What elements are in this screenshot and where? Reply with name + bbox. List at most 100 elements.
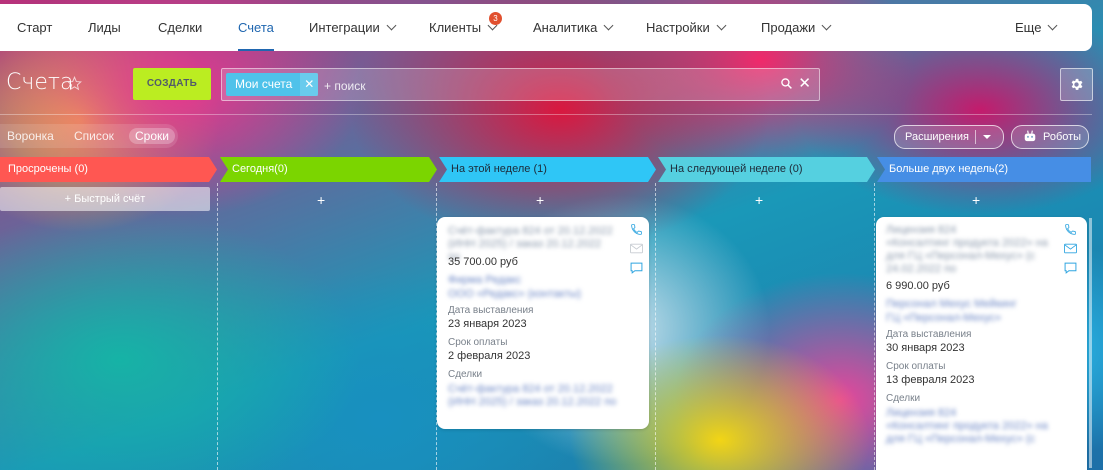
- nav-item-label: Счета: [238, 20, 274, 35]
- due-date: 13 февраля 2023: [886, 374, 975, 386]
- create-button[interactable]: СОЗДАТЬ: [133, 68, 211, 100]
- mail-icon[interactable]: [1064, 243, 1077, 254]
- close-icon[interactable]: ✕: [300, 73, 319, 96]
- stage-overdue[interactable]: Просрочены (0): [0, 157, 217, 182]
- nav-item-label: Старт: [17, 20, 53, 35]
- stage-today[interactable]: Сегодня(0): [220, 157, 437, 182]
- nav-item-clients[interactable]: Клиенты 3: [429, 4, 502, 51]
- stage-name: На этой неделе: [451, 163, 531, 175]
- nav-item-label: Сделки: [158, 20, 203, 35]
- card-title[interactable]: Лицензия 824 «Консалтинг продукта 2022» …: [886, 224, 1056, 276]
- nav-item-analytics[interactable]: Аналитика: [533, 4, 614, 51]
- robots-label: Роботы: [1043, 131, 1082, 143]
- extensions-label: Расширения: [905, 131, 969, 143]
- phone-icon[interactable]: [630, 223, 643, 236]
- card-client-company[interactable]: ООО «Редакс» (контакты): [448, 288, 581, 300]
- nav-item-sales[interactable]: Продажи: [761, 4, 832, 51]
- search-icon[interactable]: [780, 77, 793, 90]
- nav-item-label: Аналитика: [533, 20, 598, 35]
- add-icon[interactable]: +: [972, 193, 980, 207]
- card-deal-line: «Консалтинг продукта 2022» на: [886, 420, 1048, 432]
- stage-name: На следующей неделе: [670, 163, 786, 175]
- stage-count: (0): [789, 163, 803, 175]
- due-date-label: Срок оплаты: [448, 337, 508, 348]
- deals-label: Сделки: [448, 369, 483, 380]
- invoice-card[interactable]: Счёт-фактура 824 от 20.12.2022 (ИНН 2025…: [437, 217, 649, 429]
- dropdown-arrow-icon[interactable]: [983, 135, 991, 139]
- nav-item-more[interactable]: Еще: [1015, 4, 1058, 51]
- add-icon[interactable]: +: [536, 193, 544, 207]
- invoice-date: 23 января 2023: [448, 318, 527, 330]
- nav-item-start[interactable]: Старт: [17, 4, 52, 51]
- divider: [0, 114, 1092, 115]
- chevron-down-icon: [603, 20, 614, 31]
- chevron-down-icon: [1048, 20, 1058, 31]
- chevron-down-icon: [821, 20, 832, 31]
- phone-icon[interactable]: [1064, 223, 1077, 236]
- settings-button[interactable]: [1060, 68, 1093, 101]
- add-icon[interactable]: +: [755, 193, 763, 207]
- invoice-date-label: Дата выставления: [448, 305, 534, 316]
- card-client-company[interactable]: ГЦ «Персонал-Мехус»: [886, 312, 1001, 324]
- invoice-date-label: Дата выставления: [886, 329, 972, 340]
- nav-item-label: Еще: [1015, 20, 1042, 35]
- view-deadlines[interactable]: Сроки: [129, 128, 175, 144]
- notification-badge: 3: [489, 12, 502, 25]
- add-icon[interactable]: +: [317, 193, 325, 207]
- stage-count: (0): [274, 163, 288, 175]
- quick-invoice-button[interactable]: + Быстрый счёт: [0, 187, 210, 211]
- view-switcher: Воронка Список Сроки: [0, 124, 178, 148]
- gear-icon: [1071, 78, 1083, 90]
- nav-item-deals[interactable]: Сделки: [158, 4, 202, 51]
- view-funnel[interactable]: Воронка: [7, 129, 54, 143]
- stage-name: Больше двух недель: [889, 163, 995, 175]
- clear-search-icon[interactable]: ✕: [798, 76, 811, 91]
- card-title-line: для ГЦ «Персонал-Мехус» (с: [886, 250, 1036, 262]
- nav-item-label: Лиды: [88, 20, 121, 35]
- stage-next-week[interactable]: На следующей неделе (0): [658, 157, 875, 182]
- column-separator: [217, 183, 218, 470]
- card-client[interactable]: Фирма Редакс: [448, 274, 521, 286]
- stage-name: Просрочены: [8, 163, 72, 175]
- nav-item-label: Клиенты: [429, 20, 482, 35]
- view-list[interactable]: Список: [74, 129, 114, 143]
- chat-icon[interactable]: [630, 262, 643, 274]
- filter-tag[interactable]: Мои счета ✕: [226, 73, 319, 96]
- robots-button[interactable]: Роботы: [1011, 125, 1089, 149]
- nav-item-label: Настройки: [646, 20, 710, 35]
- column-separator: [874, 183, 875, 470]
- card-title-line: Лицензия 824: [886, 224, 957, 236]
- invoice-date: 30 января 2023: [886, 342, 965, 354]
- divider: [975, 130, 976, 144]
- stage-this-week[interactable]: На этой неделе (1): [439, 157, 656, 182]
- card-deal-line: для ГЦ «Персонал-Мехус» (с: [886, 433, 1036, 445]
- stage-count: (1): [533, 163, 547, 175]
- filter-search-box[interactable]: Мои счета ✕ ✕: [221, 68, 820, 101]
- deals-label: Сделки: [886, 393, 921, 404]
- stage-count: (2): [994, 163, 1009, 175]
- scrollbar[interactable]: [1089, 218, 1092, 468]
- search-input[interactable]: [322, 73, 746, 98]
- nav-item-label: Интеграции: [309, 20, 380, 35]
- card-amount: 35 700.00 руб: [448, 256, 518, 268]
- nav-item-integrations[interactable]: Интеграции: [309, 4, 397, 51]
- due-date: 2 февраля 2023: [448, 350, 531, 362]
- nav-item-leads[interactable]: Лиды: [88, 4, 121, 51]
- stage-name: Сегодня: [232, 163, 275, 175]
- chat-icon[interactable]: [1064, 262, 1077, 274]
- mail-icon: [630, 243, 643, 254]
- card-client[interactable]: Персонал Мехус Мейкинг: [886, 298, 1017, 310]
- card-title-line: 24.02.2022 по: [886, 263, 957, 275]
- extensions-button[interactable]: Расширения: [894, 125, 1004, 149]
- nav-item-settings[interactable]: Настройки: [646, 4, 727, 51]
- card-deal-line: Лицензия 824: [886, 407, 957, 419]
- filter-tag-label: Мои счета: [235, 77, 293, 91]
- stage-count: (0): [74, 163, 88, 175]
- stage-more-than-two-weeks[interactable]: Больше двух недель(2): [877, 157, 1091, 182]
- card-deal[interactable]: Счёт-фактура 824 от 20.12.2022 (ИНН 2025…: [448, 383, 623, 409]
- nav-item-invoices[interactable]: Счета: [238, 4, 274, 51]
- top-navigation-bar: Старт Лиды Сделки Счета Интеграции Клиен…: [0, 4, 1092, 51]
- star-icon[interactable]: [67, 76, 82, 91]
- card-deal[interactable]: Лицензия 824 «Консалтинг продукта 2022» …: [886, 407, 1061, 446]
- invoice-card[interactable]: Лицензия 824 «Консалтинг продукта 2022» …: [876, 217, 1087, 470]
